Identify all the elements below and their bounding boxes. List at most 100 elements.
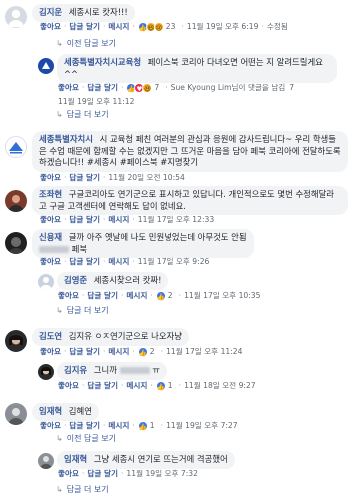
reply-link[interactable]: 답글 달기 [69, 214, 100, 225]
message-link[interactable]: 메시지 [108, 256, 129, 267]
timestamp[interactable]: 11월 19일 오후 7:27 [166, 420, 238, 431]
avatar[interactable] [5, 403, 27, 425]
comment-bubble: 조좌현 구글코리아도 연기군으로 표시하고 있답니다. 개인적으로도 몇번 수정… [32, 186, 348, 215]
like-link[interactable]: 좋아요 [58, 380, 79, 391]
comment-actions: 좋아요 · 답글 달기 · 메시지 · 👍 😆 😢 23 · 11월 19일 오후 6… [40, 21, 288, 32]
message-link[interactable]: 메시지 [126, 290, 147, 301]
commenter-name[interactable]: 김도연 [39, 331, 62, 341]
reply-link[interactable]: 답글 달기 [69, 346, 100, 357]
comment-bubble: 세종특별자치시 시 교육청 페친 여러분의 관심과 응원에 감사드립니다~ 우리… [32, 131, 348, 172]
message-link[interactable]: 메시지 [108, 214, 129, 225]
timestamp[interactable]: 11월 17일 오후 10:35 [184, 290, 260, 301]
commenter-name[interactable]: 세종특별자치시 [39, 134, 93, 144]
view-previous-replies[interactable]: ↳ 이전 답글 보기 [56, 433, 116, 444]
comment-bubble: 김지유 그니까 ㅠ [57, 362, 167, 380]
reply-link[interactable]: 답글 달기 [69, 420, 100, 431]
reply-link[interactable]: 답글 달기 [69, 172, 100, 183]
reply-link[interactable]: 답글 달기 [87, 82, 118, 93]
timestamp[interactable]: 11월 17일 오후 11:24 [166, 346, 242, 357]
commenter-name[interactable]: 세종특별자치시교육청 [64, 57, 141, 67]
message-link[interactable]: 메시지 [108, 21, 129, 32]
comment-bubble: 임재혁 김혜연 [32, 403, 99, 421]
more-replies-link[interactable]: ↳ 답글 더 보기 [56, 484, 109, 495]
commenter-name[interactable]: 조좌현 [39, 189, 62, 199]
timestamp[interactable]: 11월 17일 오후 12:33 [138, 214, 214, 225]
reaction-count: 2 [167, 291, 173, 300]
reply-link[interactable]: 답글 달기 [87, 380, 118, 391]
comment-actions: 좋아요 · 답글 달기 · 메시지 · 👍 2 · 11월 17일 오후 11:24 [40, 346, 243, 357]
like-link[interactable]: 좋아요 [40, 214, 61, 225]
avatar[interactable] [5, 330, 27, 352]
reaction-summary[interactable]: 👍 1 [137, 420, 155, 431]
reaction-summary[interactable]: 👍 2 [155, 290, 173, 301]
avatar[interactable] [38, 364, 54, 380]
timestamp[interactable]: 11월 20일 오전 10:54 [108, 172, 184, 183]
like-link[interactable]: 좋아요 [40, 346, 61, 357]
avatar[interactable] [38, 274, 54, 290]
like-link[interactable]: 좋아요 [58, 82, 79, 93]
comment-bubble: 세종특별자치시교육청 페이스북 코리아 다녀오면 어떤는 지 알려드릴게요^^ [57, 54, 337, 83]
like-link[interactable]: 좋아요 [40, 21, 61, 32]
commenter-name[interactable]: 김지운 [39, 7, 62, 17]
comment-bubble: 임재혁 그냥 세종시 연기로 뜨는거에 격공했어 [57, 451, 235, 469]
reaction-count: 2 [149, 347, 155, 356]
more-replies-link[interactable]: ↳ 답글 더 보기 [56, 305, 109, 316]
like-reaction-icon: 👍 [137, 420, 148, 431]
like-link[interactable]: 좋아요 [58, 468, 79, 479]
commenter-name[interactable]: 임재혁 [64, 454, 87, 464]
comment-actions: 좋아요 · 답글 달기 · 메시지 · 👍 2 · 11월 17일 오후 10:35 [58, 290, 261, 301]
avatar[interactable] [5, 190, 27, 212]
timestamp[interactable]: 11월 19일 오후 6:19 [187, 21, 259, 32]
blurred-text [39, 245, 69, 253]
message-link[interactable]: 메시지 [108, 346, 129, 357]
like-link[interactable]: 좋아요 [40, 172, 61, 183]
comment-actions: 좋아요 · 답글 달기 · 11월 19일 오후 7:32 [58, 468, 198, 479]
commenter-name[interactable]: 김지유 [64, 365, 87, 375]
avatar[interactable] [5, 6, 27, 28]
timestamp[interactable]: 11월 17일 오후 9:26 [138, 256, 210, 267]
sad-reaction-icon: 😢 [153, 21, 164, 32]
like-reaction-icon: 👍 [155, 380, 166, 391]
reaction-summary[interactable]: 👍 2 [137, 346, 155, 357]
reply-count: 7 [289, 83, 295, 92]
comment-actions: 좋아요 · 답글 달기 · 11월 20일 오전 10:54 [40, 172, 185, 183]
reaction-summary[interactable]: 👍 ♥ 😆 7 [126, 82, 159, 93]
avatar[interactable] [5, 232, 27, 254]
comment-text-2: 페북 [71, 243, 88, 254]
reply-arrow-icon: ↳ [56, 434, 63, 443]
comment-text: 그냥 세종시 연기로 뜨는거에 격공했어 [93, 454, 228, 464]
commenter-name[interactable]: 임재혁 [39, 406, 62, 416]
more-replies-link[interactable]: ↳ 답글 더 보기 [56, 109, 109, 120]
timestamp[interactable]: 11월 19일 오후 7:32 [126, 468, 198, 479]
comment-text-suffix: ㅠ [152, 365, 160, 375]
comment-bubble: 신용재 글까 아주 옛날에 나도 민원넣었는데 아무것도 안됨 페북 [32, 229, 254, 258]
edited-label[interactable]: 수정됨 [267, 21, 288, 32]
message-link[interactable]: 메시지 [126, 380, 147, 391]
avatar[interactable] [38, 58, 54, 74]
reaction-summary[interactable]: 👍 😆 😢 23 [137, 21, 176, 32]
replied-by[interactable]: Sue Kyoung Lim님이 댓글을 남김 [171, 82, 286, 93]
reaction-count: 1 [149, 421, 155, 430]
avatar[interactable] [5, 136, 27, 158]
timestamp[interactable]: 11월 18일 오전 9:27 [184, 380, 256, 391]
comment-actions: 좋아요 · 답글 달기 · 메시지 · 👍 1 · 11월 18일 오전 9:27 [58, 380, 256, 391]
commenter-name[interactable]: 신용재 [39, 232, 62, 242]
reaction-count: 23 [165, 22, 176, 31]
avatar[interactable] [38, 453, 54, 469]
comment-text: 김지유 ㅇㅈ연기군으로 나오자냥 [68, 331, 182, 341]
reply-link[interactable]: 답글 달기 [87, 468, 118, 479]
message-link[interactable]: 메시지 [108, 420, 129, 431]
like-link[interactable]: 좋아요 [58, 290, 79, 301]
comment-actions: 좋아요 · 답글 달기 · 메시지 · 👍 1 · 11월 19일 오후 7:27 [40, 420, 238, 431]
reply-link[interactable]: 답글 달기 [87, 290, 118, 301]
reply-link[interactable]: 답글 달기 [69, 21, 100, 32]
like-link[interactable]: 좋아요 [40, 256, 61, 267]
commenter-name[interactable]: 김영준 [64, 275, 87, 285]
like-link[interactable]: 좋아요 [40, 420, 61, 431]
reply-arrow-icon: ↳ [56, 306, 63, 315]
reaction-summary[interactable]: 👍 1 [155, 380, 173, 391]
reply-link[interactable]: 답글 달기 [69, 256, 100, 267]
like-reaction-icon: 👍 [137, 346, 148, 357]
view-previous-replies[interactable]: ↳ 이전 답글 보기 [56, 38, 116, 49]
timestamp[interactable]: 11월 19일 오후 11:12 [58, 96, 134, 107]
